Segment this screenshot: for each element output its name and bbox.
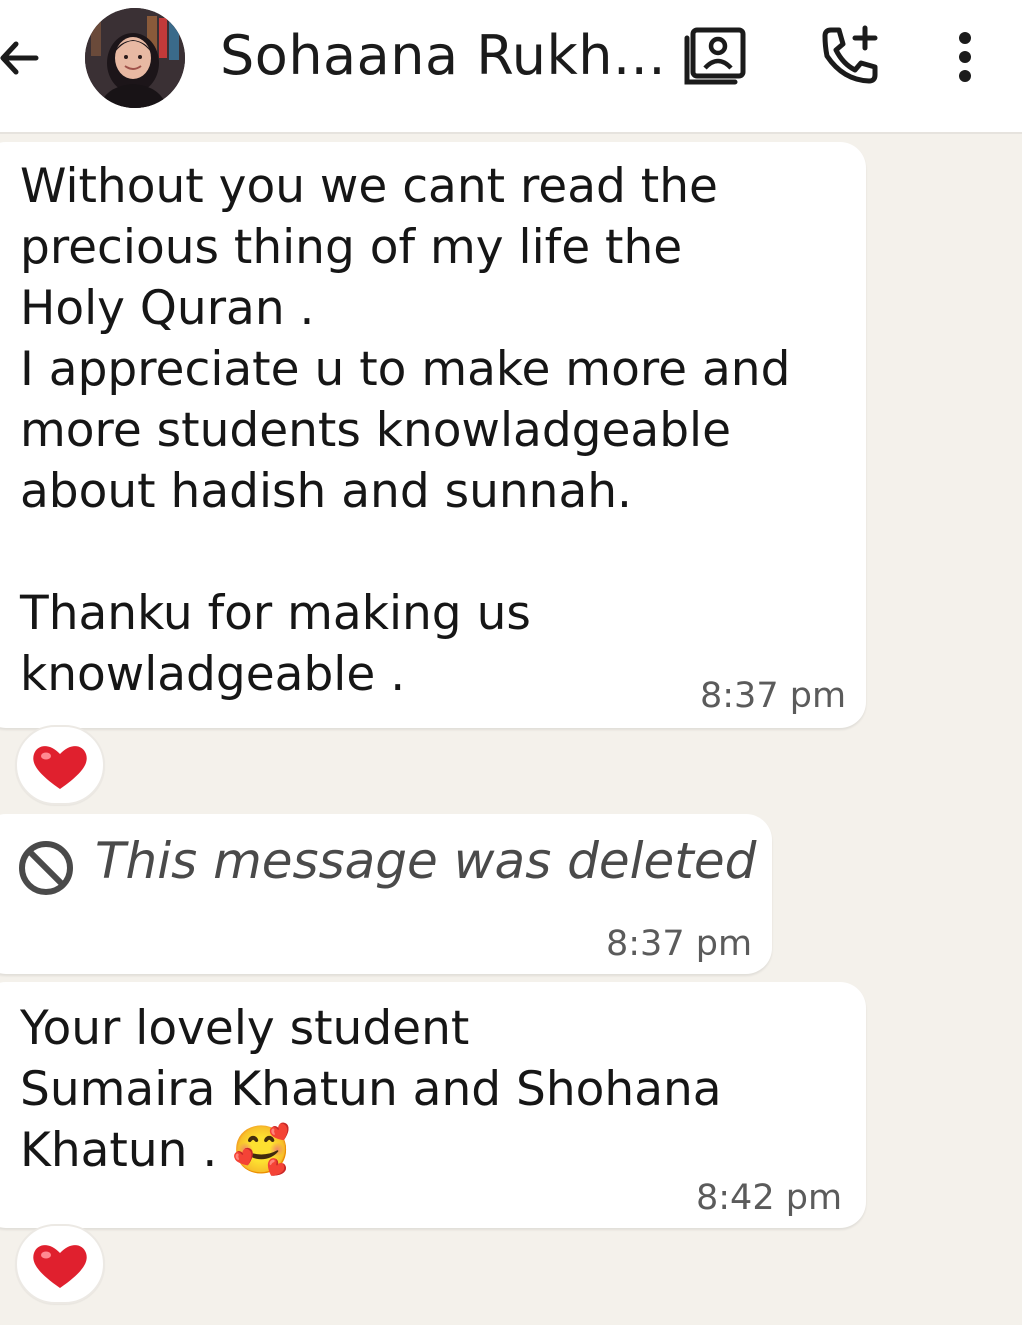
chat-header: Sohaana Rukh...	[0, 0, 1022, 134]
deleted-icon	[19, 841, 73, 895]
contact-name[interactable]: Sohaana Rukh...	[220, 24, 666, 87]
message-line	[20, 522, 790, 583]
contact-card-icon[interactable]	[683, 22, 753, 92]
message-time: 8:42 pm	[696, 1178, 843, 1218]
message-line: precious thing of my life the	[20, 220, 683, 275]
heart-icon	[33, 1245, 87, 1288]
reaction-badge[interactable]	[15, 1224, 105, 1304]
message-line: more students knowladgeable	[20, 403, 732, 458]
message-text: Without you we cant read the precious thi…	[20, 156, 790, 705]
message-bubble[interactable]: Your lovely student Sumaira Khatun and Sh…	[0, 982, 866, 1228]
message-text: Your lovely student Sumaira Khatun and Sh…	[20, 998, 722, 1181]
more-options-icon[interactable]	[945, 22, 985, 92]
message-line: I appreciate u to make more and	[20, 342, 791, 397]
message-line: Thanku for making us	[20, 586, 531, 641]
message-line: Sumaira Khatun and Shohana	[20, 1062, 722, 1117]
message-line: Your lovely student	[20, 1001, 470, 1056]
avatar[interactable]	[85, 8, 185, 108]
back-arrow-icon[interactable]	[0, 30, 40, 86]
add-call-icon[interactable]	[815, 22, 885, 92]
message-line: Khatun . 🥰	[20, 1123, 291, 1178]
message-line: knowladgeable .	[20, 647, 406, 702]
reaction-badge[interactable]	[15, 725, 105, 805]
deleted-message-bubble[interactable]: This message was deleted 8:37 pm	[0, 814, 772, 974]
message-time: 8:37 pm	[606, 924, 753, 964]
message-line: about hadish and sunnah.	[20, 464, 632, 519]
deleted-message-text: This message was deleted	[95, 832, 757, 890]
message-time: 8:37 pm	[700, 676, 847, 716]
heart-icon	[33, 746, 87, 789]
message-line: Holy Quran .	[20, 281, 315, 336]
message-line: Without you we cant read the	[20, 159, 718, 214]
message-bubble[interactable]: Without you we cant read the precious thi…	[0, 142, 866, 728]
